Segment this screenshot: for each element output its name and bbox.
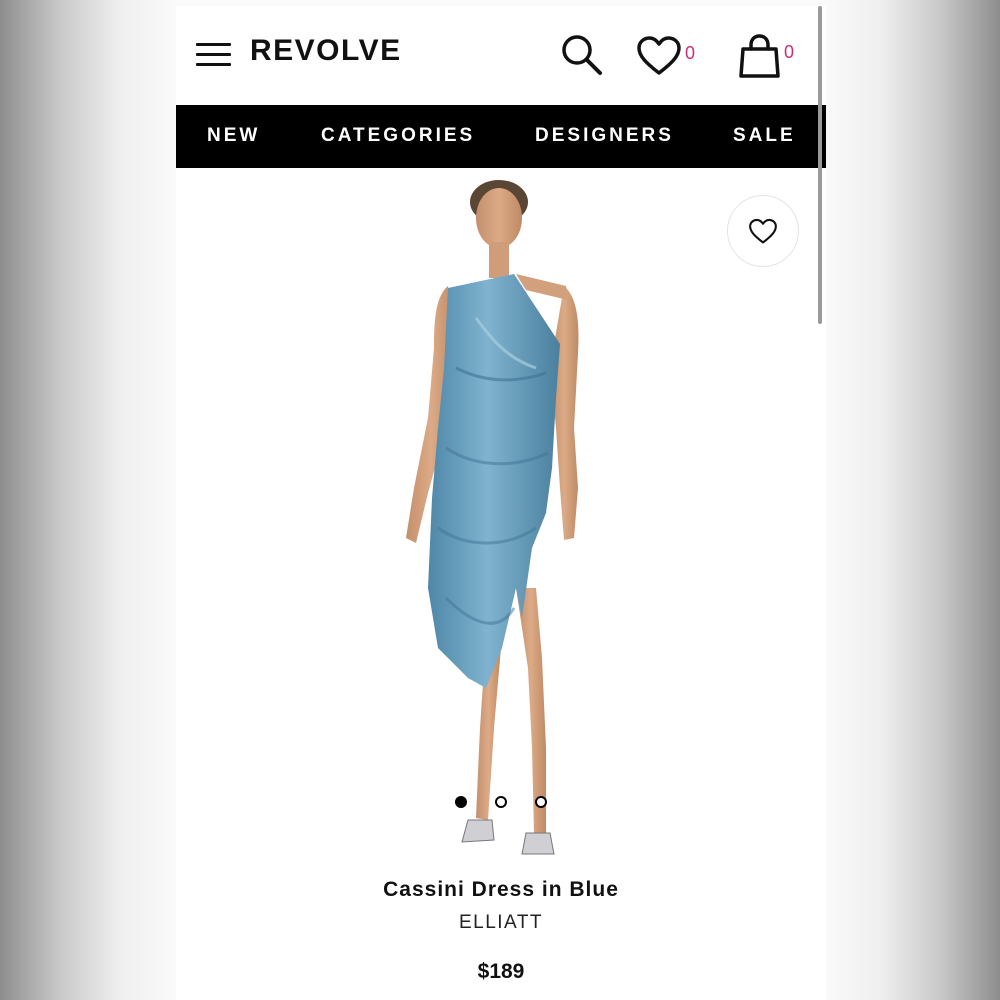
- nav-designers[interactable]: DESIGNERS: [535, 125, 674, 147]
- carousel-dot-1[interactable]: [455, 796, 467, 808]
- bag-count-badge: 0: [784, 42, 795, 62]
- wishlist-button[interactable]: 0: [636, 35, 708, 79]
- category-nav: NEW CATEGORIES DESIGNERS SALE: [176, 105, 826, 168]
- wishlist-count-badge: 0: [685, 43, 696, 63]
- product-name[interactable]: Cassini Dress in Blue: [176, 878, 826, 902]
- site-header: REVOLVE 0 0: [176, 6, 826, 105]
- heart-icon: [636, 35, 682, 82]
- nav-categories[interactable]: CATEGORIES: [321, 125, 475, 147]
- carousel-dot-3[interactable]: [535, 796, 547, 808]
- mobile-screen: REVOLVE 0 0 NEW CATEGORIES DESIGNERS SAL…: [176, 6, 826, 1000]
- bag-icon: [738, 34, 782, 85]
- shopping-bag-button[interactable]: 0: [738, 34, 804, 80]
- scrollbar[interactable]: [818, 6, 822, 324]
- product-price: $189: [477, 960, 525, 983]
- search-icon[interactable]: [560, 33, 604, 77]
- product-image[interactable]: [176, 168, 826, 858]
- nav-sale[interactable]: SALE: [733, 125, 796, 147]
- carousel-dot-2[interactable]: [495, 796, 507, 808]
- brand-logo[interactable]: REVOLVE: [250, 34, 402, 68]
- heart-outline-icon: [748, 218, 778, 250]
- product-brand[interactable]: ELLIATT: [176, 912, 826, 934]
- nav-new[interactable]: NEW: [207, 125, 260, 147]
- add-to-wishlist-button[interactable]: [727, 195, 799, 267]
- menu-icon[interactable]: [196, 43, 231, 67]
